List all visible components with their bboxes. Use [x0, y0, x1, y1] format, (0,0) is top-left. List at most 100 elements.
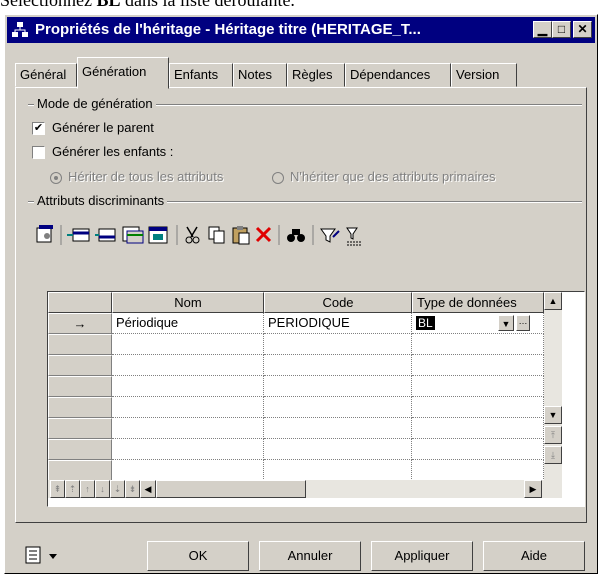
window-title: Propriétés de l'héritage - Héritage titr… — [35, 21, 421, 38]
copy-icon[interactable] — [208, 226, 225, 244]
empty-cell[interactable] — [264, 355, 412, 376]
create-attribute-icon[interactable] — [148, 226, 168, 244]
move-top-icon: ⤒ — [551, 430, 555, 440]
paste-icon[interactable] — [232, 226, 250, 245]
list-menu-button[interactable] — [25, 545, 65, 567]
generate-children-label: Générer les enfants : — [52, 144, 174, 159]
column-header-code[interactable]: Code — [264, 292, 412, 313]
properties-icon[interactable] — [36, 225, 53, 243]
empty-cell[interactable] — [112, 334, 264, 355]
row-header[interactable] — [48, 355, 112, 376]
column-header-name[interactable]: Nom — [112, 292, 264, 313]
tab-notes[interactable]: Notes — [233, 63, 287, 87]
vertical-scrollbar[interactable]: ▲ ▼ ⤒ ⤓ — [544, 292, 562, 480]
tab-version[interactable]: Version — [451, 63, 517, 87]
close-icon: ✕ — [577, 22, 588, 36]
empty-cell[interactable] — [412, 376, 544, 397]
cell-code[interactable]: PERIODIQUE — [264, 313, 412, 334]
column-header-datatype[interactable]: Type de données — [412, 292, 544, 313]
tab-label: Dépendances — [350, 67, 431, 82]
add-attributes-icon[interactable] — [122, 226, 144, 244]
empty-cell[interactable] — [112, 355, 264, 376]
row-header[interactable] — [48, 397, 112, 418]
row-marker[interactable]: → — [48, 313, 112, 334]
horizontal-scroll-thumb[interactable] — [156, 480, 306, 498]
empty-cell[interactable] — [264, 397, 412, 418]
inherit-primary-radio[interactable] — [272, 172, 284, 184]
arrow-up-icon: ▲ — [548, 296, 558, 306]
generation-group-label: Mode de génération — [34, 96, 156, 111]
horizontal-scrollbar[interactable]: ⇞ ⇡ ↑ ↓ ⇣ ⇟ ◀ ▶ — [48, 480, 562, 498]
empty-cell[interactable] — [264, 418, 412, 439]
move-down-button: ⇣ — [110, 480, 125, 498]
tab-label: Génération — [82, 64, 147, 79]
help-button[interactable]: Aide — [483, 541, 585, 571]
maximize-icon: □ — [557, 22, 566, 36]
scroll-right-button[interactable]: ▶ — [524, 480, 542, 498]
cell-name[interactable]: Périodique — [112, 313, 264, 334]
attributes-grid: Nom Code Type de données → Périodique PE… — [47, 291, 585, 507]
tab-general[interactable]: Général — [15, 63, 77, 87]
tab-label: Version — [456, 67, 500, 82]
empty-cell[interactable] — [412, 439, 544, 460]
empty-cell[interactable] — [264, 460, 412, 481]
inherit-all-label: Hériter de tous les attributs — [68, 169, 224, 184]
row-header[interactable] — [48, 376, 112, 397]
delete-icon[interactable] — [255, 226, 272, 243]
tab-generation[interactable]: Génération — [77, 57, 169, 89]
row-header[interactable] — [48, 418, 112, 439]
minimize-button[interactable]: ▁ — [533, 21, 552, 38]
empty-cell[interactable] — [412, 334, 544, 355]
empty-cell[interactable] — [112, 397, 264, 418]
empty-cell[interactable] — [264, 439, 412, 460]
maximize-button[interactable]: □ — [552, 21, 571, 38]
empty-cell[interactable] — [112, 376, 264, 397]
empty-cell[interactable] — [264, 334, 412, 355]
inheritance-app-icon — [12, 22, 28, 37]
generate-parent-checkbox[interactable]: ✔ — [32, 122, 45, 135]
close-button[interactable]: ✕ — [573, 21, 592, 38]
move-up-icon: ⇡ — [68, 484, 77, 494]
move-bottom-button: ⤓ — [544, 446, 562, 464]
cancel-button[interactable]: Annuler — [259, 541, 361, 571]
move-bottom-icon: ⤓ — [551, 450, 555, 460]
empty-cell[interactable] — [412, 397, 544, 418]
add-row-icon[interactable] — [67, 228, 90, 242]
find-icon[interactable] — [287, 229, 305, 242]
empty-cell[interactable] — [112, 418, 264, 439]
minimize-icon: ▁ — [537, 22, 548, 36]
apply-button[interactable]: Appliquer — [371, 541, 473, 571]
empty-cell[interactable] — [112, 460, 264, 481]
row-header[interactable] — [48, 439, 112, 460]
checkmark-icon: ✔ — [33, 122, 44, 134]
datatype-value[interactable]: BL — [416, 316, 435, 330]
empty-cell[interactable] — [112, 439, 264, 460]
empty-cell[interactable] — [412, 460, 544, 481]
arrow-down-icon: ▼ — [548, 410, 558, 420]
cell-datatype[interactable]: BL ▼ … — [412, 313, 544, 334]
row-header[interactable] — [48, 334, 112, 355]
scroll-down-button[interactable]: ▼ — [544, 406, 562, 424]
inherit-all-radio[interactable] — [50, 172, 62, 184]
empty-cell[interactable] — [412, 418, 544, 439]
generate-children-checkbox[interactable] — [32, 146, 45, 159]
datatype-ellipsis-button[interactable]: … — [516, 315, 530, 331]
scroll-up-button[interactable]: ▲ — [544, 292, 562, 310]
empty-cell[interactable] — [412, 355, 544, 376]
row-header[interactable] — [48, 460, 112, 481]
cut-icon[interactable] — [185, 226, 200, 244]
filter-icon[interactable] — [320, 228, 340, 243]
empty-cell[interactable] — [264, 376, 412, 397]
tab-rules[interactable]: Règles — [287, 63, 345, 87]
move-up-one-button: ↑ — [80, 480, 95, 498]
title-bar[interactable]: Propriétés de l'héritage - Héritage titr… — [7, 17, 595, 43]
ok-button[interactable]: OK — [147, 541, 249, 571]
customize-columns-icon[interactable] — [346, 227, 361, 246]
datatype-dropdown-button[interactable]: ▼ — [498, 315, 514, 331]
move-first-icon: ⇞ — [53, 484, 62, 494]
tab-dependencies[interactable]: Dépendances — [345, 63, 451, 87]
tab-children[interactable]: Enfants — [169, 63, 233, 87]
scroll-left-button[interactable]: ◀ — [140, 480, 156, 498]
discriminants-group-label: Attributs discriminants — [34, 193, 168, 208]
insert-row-icon[interactable] — [95, 228, 116, 242]
